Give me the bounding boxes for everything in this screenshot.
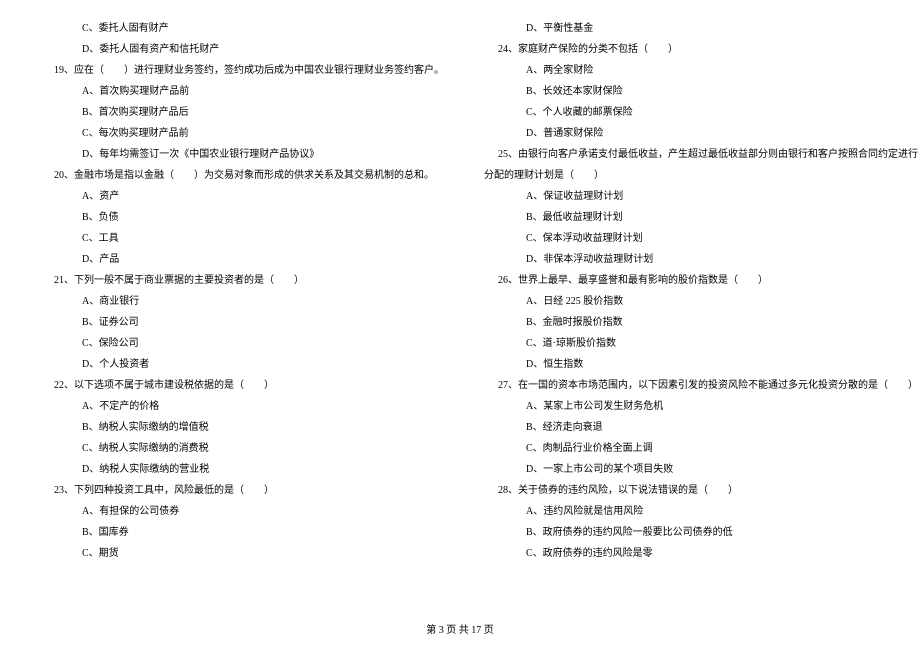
option-text: B、国库券 [40,522,444,543]
option-text: D、普通家财保险 [484,123,918,144]
question-text: 23、下列四种投资工具中，风险最低的是（ ） [40,480,444,501]
option-text: B、负债 [40,207,444,228]
option-text: D、产品 [40,249,444,270]
question-text: 26、世界上最早、最享盛誉和最有影响的股价指数是（ ） [484,270,918,291]
option-text: D、每年均需签订一次《中国农业银行理财产品协议》 [40,144,444,165]
question-text: 28、关于债券的违约风险，以下说法错误的是（ ） [484,480,918,501]
option-text: C、保本浮动收益理财计划 [484,228,918,249]
option-text: A、两全家财险 [484,60,918,81]
question-text: 22、以下选项不属于城市建设税依据的是（ ） [40,375,444,396]
question-text: 19、应在（ ）进行理财业务签约，签约成功后成为中国农业银行理财业务签约客户。 [40,60,444,81]
page-content: C、委托人固有财产D、委托人固有资产和信托财产19、应在（ ）进行理财业务签约，… [0,0,920,564]
option-text: B、经济走向衰退 [484,417,918,438]
right-column: D、平衡性基金24、家庭财产保险的分类不包括（ ）A、两全家财险B、长效还本家财… [484,18,918,564]
question-text: 25、由银行向客户承诺支付最低收益，产生超过最低收益部分则由银行和客户按照合同约… [484,144,918,165]
option-text: A、违约风险就是信用风险 [484,501,918,522]
option-text: C、政府债券的违约风险是零 [484,543,918,564]
option-text: A、保证收益理财计划 [484,186,918,207]
option-text: B、证券公司 [40,312,444,333]
option-text: A、不定产的价格 [40,396,444,417]
question-text: 24、家庭财产保险的分类不包括（ ） [484,39,918,60]
option-text: D、平衡性基金 [484,18,918,39]
option-text: A、商业银行 [40,291,444,312]
option-text: C、肉制品行业价格全面上调 [484,438,918,459]
question-text: 27、在一国的资本市场范围内，以下因素引发的投资风险不能通过多元化投资分散的是（… [484,375,918,396]
option-text: B、金融时报股价指数 [484,312,918,333]
option-text: B、首次购买理财产品后 [40,102,444,123]
option-text: C、委托人固有财产 [40,18,444,39]
question-text: 20、金融市场是指以金融（ ）为交易对象而形成的供求关系及其交易机制的总和。 [40,165,444,186]
option-text: D、恒生指数 [484,354,918,375]
option-text: B、纳税人实际缴纳的增值税 [40,417,444,438]
page-footer: 第 3 页 共 17 页 [0,621,920,636]
left-column: C、委托人固有财产D、委托人固有资产和信托财产19、应在（ ）进行理财业务签约，… [40,18,444,564]
option-text: D、个人投资者 [40,354,444,375]
option-text: C、个人收藏的邮票保险 [484,102,918,123]
option-text: C、期货 [40,543,444,564]
option-text: B、政府债券的违约风险一般要比公司债券的低 [484,522,918,543]
option-text: C、每次购买理财产品前 [40,123,444,144]
option-text: D、一家上市公司的某个项目失败 [484,459,918,480]
option-text: B、最低收益理财计划 [484,207,918,228]
option-text: D、非保本浮动收益理财计划 [484,249,918,270]
question-text: 21、下列一般不属于商业票据的主要投资者的是（ ） [40,270,444,291]
option-text: C、纳税人实际缴纳的消费税 [40,438,444,459]
question-text: 分配的理财计划是（ ） [484,165,918,186]
option-text: C、道·琼斯股价指数 [484,333,918,354]
option-text: D、纳税人实际缴纳的营业税 [40,459,444,480]
option-text: A、资产 [40,186,444,207]
option-text: A、某家上市公司发生财务危机 [484,396,918,417]
option-text: D、委托人固有资产和信托财产 [40,39,444,60]
option-text: C、保险公司 [40,333,444,354]
option-text: C、工具 [40,228,444,249]
option-text: A、日经 225 股价指数 [484,291,918,312]
option-text: A、有担保的公司债券 [40,501,444,522]
option-text: A、首次购买理财产品前 [40,81,444,102]
option-text: B、长效还本家财保险 [484,81,918,102]
